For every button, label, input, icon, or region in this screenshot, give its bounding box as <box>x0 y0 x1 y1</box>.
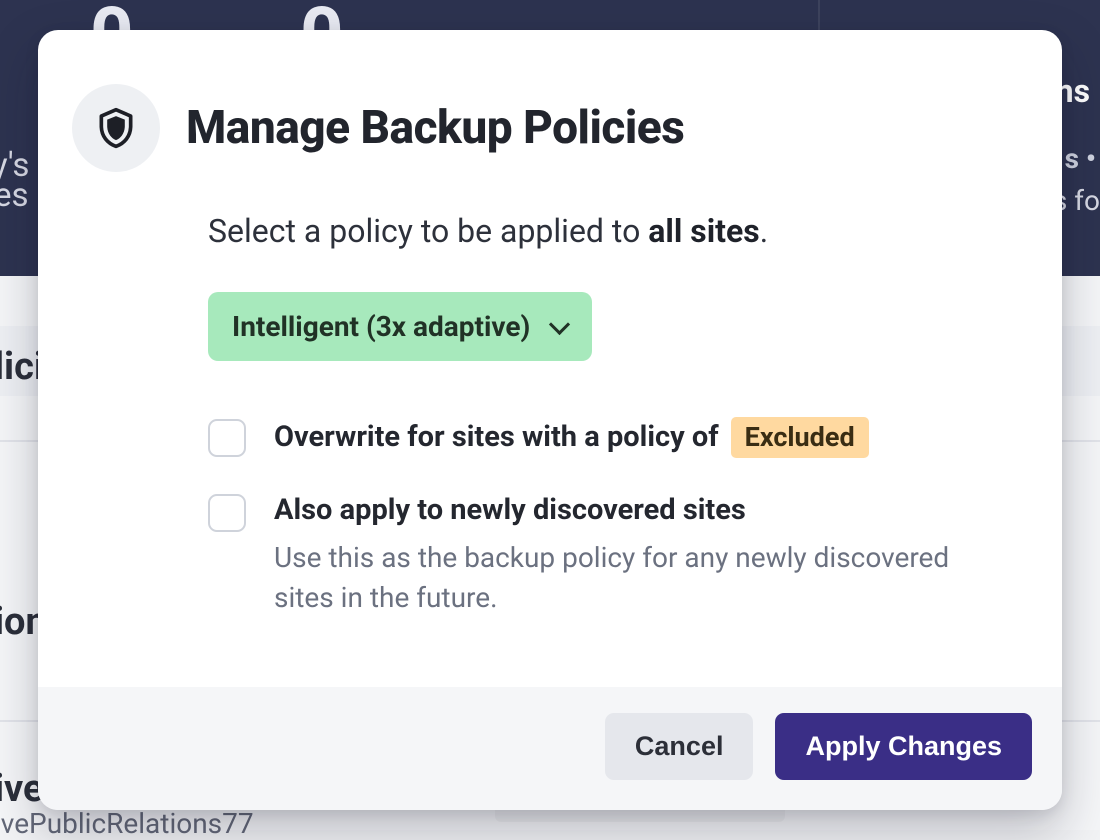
dialog-title: Manage Backup Policies <box>186 101 684 155</box>
overwrite-body: Overwrite for sites with a policy of Exc… <box>274 417 1002 458</box>
dialog-lead-text: Select a policy to be applied to all sit… <box>208 212 1002 250</box>
overwrite-label-line: Overwrite for sites with a policy of Exc… <box>274 417 1002 458</box>
dialog-content: Select a policy to be applied to all sit… <box>98 212 1002 667</box>
dialog-footer: Cancel Apply Changes <box>38 687 1062 810</box>
chevron-down-icon <box>550 321 568 333</box>
apply-new-option-row: Also apply to newly discovered sites Use… <box>208 492 1002 619</box>
bg-fragment-pr77: ivePublicRelations77 <box>0 807 254 840</box>
lead-bold: all sites <box>648 212 759 250</box>
lead-suffix: . <box>760 212 768 250</box>
lead-prefix: Select a policy to be applied to <box>208 212 648 250</box>
shield-icon <box>94 106 138 150</box>
overwrite-option-row: Overwrite for sites with a policy of Exc… <box>208 417 1002 458</box>
policy-select[interactable]: Intelligent (3x adaptive) <box>208 292 592 361</box>
bg-fragment-es: es <box>0 176 29 215</box>
cancel-button[interactable]: Cancel <box>605 713 754 780</box>
apply-new-label: Also apply to newly discovered sites <box>274 492 1002 530</box>
apply-new-checkbox[interactable] <box>208 494 246 532</box>
apply-new-description: Use this as the backup policy for any ne… <box>274 538 994 619</box>
bg-fragment-s-dot: s • <box>1065 142 1096 175</box>
dialog-body: Manage Backup Policies Select a policy t… <box>38 30 1062 687</box>
apply-new-body: Also apply to newly discovered sites Use… <box>274 492 1002 619</box>
apply-changes-button[interactable]: Apply Changes <box>775 713 1032 780</box>
manage-backup-policies-dialog: Manage Backup Policies Select a policy t… <box>38 30 1062 810</box>
shield-icon-badge <box>72 84 160 172</box>
excluded-badge: Excluded <box>731 417 869 458</box>
dialog-header: Manage Backup Policies <box>98 84 1002 172</box>
policy-select-label: Intelligent (3x adaptive) <box>232 310 530 343</box>
overwrite-label: Overwrite for sites with a policy of <box>274 419 719 457</box>
overwrite-checkbox[interactable] <box>208 419 246 457</box>
